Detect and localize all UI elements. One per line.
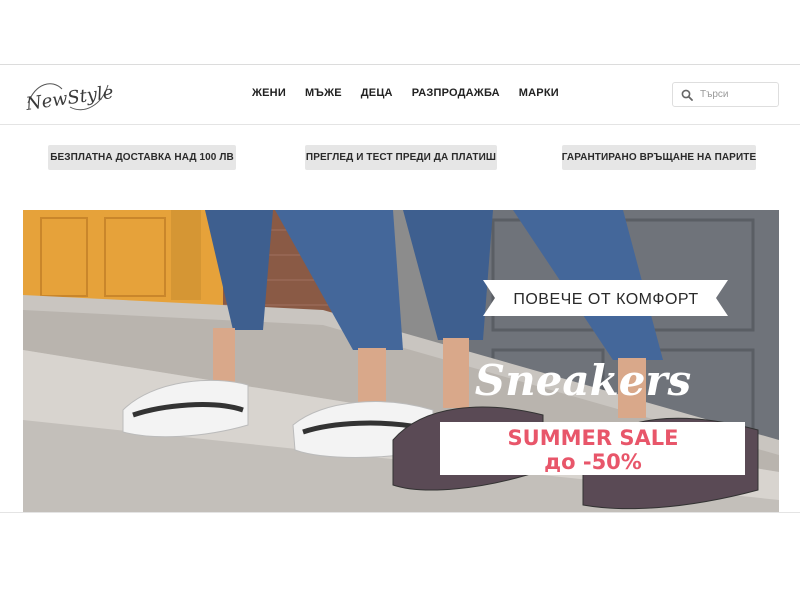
site-logo[interactable]: NewStyle xyxy=(22,71,114,121)
main-nav: ЖЕНИ МЪЖЕ ДЕЦА РАЗПРОДАЖБА МАРКИ xyxy=(252,87,578,99)
sale-title: SUMMER SALE xyxy=(508,426,679,450)
search-input[interactable] xyxy=(700,89,778,100)
bottom-divider xyxy=(0,512,800,513)
sale-discount: до -50% xyxy=(544,450,642,474)
logo-text: NewStyle xyxy=(24,82,114,115)
benefit-free-delivery: БЕЗПЛАТНА ДОСТАВКА НАД 100 ЛВ xyxy=(48,145,236,170)
benefit-money-back: ГАРАНТИРАНО ВРЪЩАНЕ НА ПАРИТЕ xyxy=(562,145,756,170)
site-header: NewStyle ЖЕНИ МЪЖЕ ДЕЦА РАЗПРОДАЖБА МАРК… xyxy=(0,65,800,125)
banner-tagline: ПОВЕЧЕ ОТ КОМФОРТ xyxy=(513,291,698,308)
nav-item-brands[interactable]: МАРКИ xyxy=(519,87,559,99)
hero-banner[interactable]: ПОВЕЧЕ ОТ КОМФОРТ Sneakers SUMMER SALE д… xyxy=(23,210,779,512)
nav-item-women[interactable]: ЖЕНИ xyxy=(252,87,286,99)
search-icon[interactable] xyxy=(681,89,693,101)
logo-graphic: NewStyle xyxy=(24,82,114,115)
nav-item-sale[interactable]: РАЗПРОДАЖБА xyxy=(412,87,500,99)
benefit-try-before-pay: ПРЕГЛЕД И ТЕСТ ПРЕДИ ДА ПЛАТИШ xyxy=(305,145,497,170)
hero-image: ПОВЕЧЕ ОТ КОМФОРТ Sneakers SUMMER SALE д… xyxy=(23,210,779,512)
search-box[interactable] xyxy=(672,82,779,107)
nav-item-men[interactable]: МЪЖЕ xyxy=(305,87,342,99)
banner-headline: Sneakers xyxy=(475,356,691,405)
nav-item-kids[interactable]: ДЕЦА xyxy=(361,87,393,99)
